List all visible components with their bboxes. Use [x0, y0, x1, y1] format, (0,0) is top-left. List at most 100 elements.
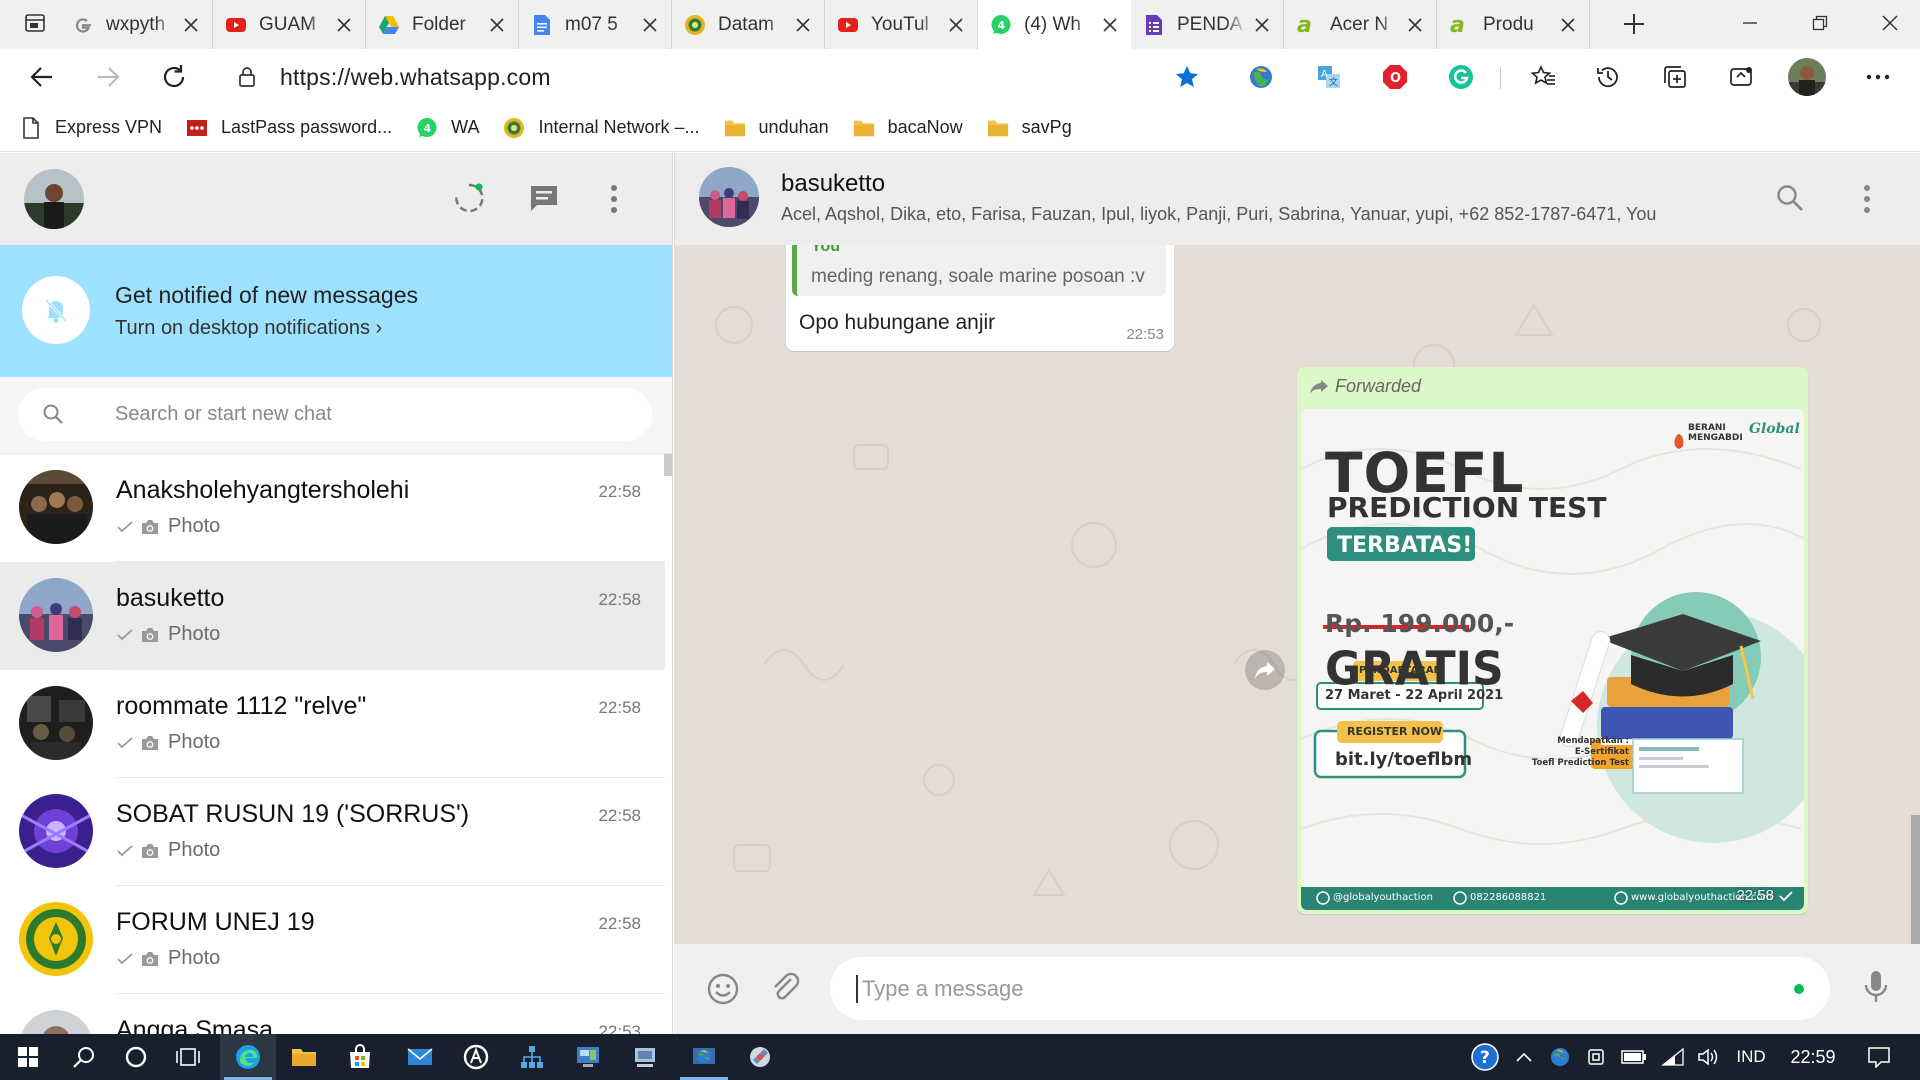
new-chat-icon[interactable]: [527, 181, 561, 215]
language-indicator[interactable]: IND: [1728, 1034, 1774, 1080]
forward-message-icon[interactable]: [1245, 650, 1285, 690]
tab-6[interactable]: YouTul: [825, 0, 978, 49]
tab-2[interactable]: GUAM: [213, 0, 366, 49]
tray-globe-icon[interactable]: [1544, 1034, 1576, 1080]
conversation-header[interactable]: basuketto Acel, Aqshol, Dika, eto, Faris…: [674, 153, 1920, 245]
chat-list-item[interactable]: Anaksholehyangtersholehi 22:58 Photo: [0, 454, 665, 562]
file-explorer-icon[interactable]: [276, 1034, 332, 1080]
task-view-icon[interactable]: [160, 1034, 216, 1080]
control-panel-icon[interactable]: [560, 1034, 616, 1080]
tab-3[interactable]: Folder: [366, 0, 519, 49]
bookmark-2[interactable]: LastPass password...: [186, 117, 392, 139]
bookmark-5[interactable]: unduhan: [724, 117, 829, 139]
grammarly-extension-icon[interactable]: [1443, 59, 1479, 95]
close-window-button[interactable]: [1860, 0, 1920, 45]
search-input[interactable]: Search or start new chat: [18, 388, 652, 441]
store-icon[interactable]: [332, 1034, 388, 1080]
app-icon-circle[interactable]: [448, 1034, 504, 1080]
search-taskbar-icon[interactable]: [56, 1034, 112, 1080]
edge-taskbar-icon[interactable]: [220, 1034, 276, 1080]
tab-7[interactable]: 4 (4) Wh: [978, 0, 1131, 49]
translate-extension-icon[interactable]: A文: [1311, 59, 1347, 95]
chat-list-scrollbar[interactable]: [664, 454, 672, 476]
favorites-icon[interactable]: [1525, 59, 1561, 95]
globe-app-taskbar-icon[interactable]: [676, 1034, 732, 1080]
close-tab-icon[interactable]: [482, 10, 512, 40]
tab-10[interactable]: a Produ: [1437, 0, 1590, 49]
close-tab-icon[interactable]: [788, 10, 818, 40]
close-tab-icon[interactable]: [176, 10, 206, 40]
remote-desktop-icon[interactable]: [617, 1034, 673, 1080]
notification-banner[interactable]: Get notified of new messages Turn on des…: [0, 245, 672, 377]
new-tab-button[interactable]: [1618, 8, 1650, 40]
notifications-icon[interactable]: [1852, 1034, 1906, 1080]
satellite-app-icon[interactable]: [732, 1034, 788, 1080]
tray-overflow-chevron-icon[interactable]: [1510, 1034, 1538, 1080]
profile-avatar[interactable]: [1788, 58, 1826, 96]
tray-device-icon[interactable]: [1580, 1034, 1612, 1080]
wifi-icon[interactable]: [1656, 1034, 1690, 1080]
close-tab-icon[interactable]: [1247, 10, 1277, 40]
volume-icon[interactable]: [1692, 1034, 1724, 1080]
message-input[interactable]: Type a message: [830, 957, 1830, 1020]
tab-8[interactable]: PENDA: [1131, 0, 1284, 49]
chat-list-item[interactable]: SOBAT RUSUN 19 ('SORRUS') 22:58 Photo: [0, 778, 665, 886]
collections-icon[interactable]: [1657, 59, 1693, 95]
quoted-message[interactable]: You meding renang, soale marine posoan :…: [792, 245, 1166, 296]
help-icon[interactable]: ?: [1466, 1034, 1504, 1080]
adblock-extension-icon[interactable]: O: [1377, 59, 1413, 95]
close-tab-icon[interactable]: [941, 10, 971, 40]
my-profile-avatar[interactable]: [24, 169, 84, 229]
tab-4[interactable]: m07 5: [519, 0, 672, 49]
message-scrollbar[interactable]: [1911, 245, 1920, 944]
bookmark-7[interactable]: savPg: [987, 117, 1072, 139]
battery-icon[interactable]: [1616, 1034, 1652, 1080]
conversation-menu-icon[interactable]: [1861, 183, 1873, 215]
cortana-icon[interactable]: [108, 1034, 164, 1080]
network-app-icon[interactable]: [504, 1034, 560, 1080]
close-tab-icon[interactable]: [635, 10, 665, 40]
globe-extension-icon[interactable]: [1243, 59, 1279, 95]
outgoing-image-message[interactable]: Forwarded BERANI MENGABDI Global TOEFL P…: [1297, 367, 1808, 914]
settings-more-icon[interactable]: [1860, 59, 1896, 95]
emoji-icon[interactable]: [706, 972, 740, 1006]
incoming-message[interactable]: You meding renang, soale marine posoan :…: [786, 245, 1174, 351]
attach-icon[interactable]: [769, 971, 803, 1005]
close-tab-icon[interactable]: [1400, 10, 1430, 40]
search-messages-icon[interactable]: [1775, 183, 1805, 213]
toefl-poster-image[interactable]: BERANI MENGABDI Global TOEFL PREDICTION …: [1301, 409, 1804, 910]
group-avatar[interactable]: [699, 167, 759, 227]
history-icon[interactable]: [1590, 59, 1626, 95]
chat-list-item[interactable]: FORUM UNEJ 19 22:58 Photo: [0, 886, 665, 994]
forward-icon[interactable]: [90, 59, 126, 95]
chat-list-item[interactable]: basuketto 22:58 Photo: [0, 562, 665, 670]
mail-icon[interactable]: [392, 1034, 448, 1080]
close-tab-icon[interactable]: [329, 10, 359, 40]
lock-icon[interactable]: [236, 66, 258, 88]
enable-notifications-link[interactable]: Turn on desktop notifications ›: [115, 317, 382, 340]
bookmark-3[interactable]: 4 WA: [416, 117, 479, 139]
start-button-icon[interactable]: [0, 1034, 56, 1080]
chat-list-item[interactable]: Angga Smasa 22:53: [0, 994, 665, 1034]
address-bar[interactable]: https://web.whatsapp.com: [216, 55, 1216, 99]
close-tab-icon[interactable]: [1553, 10, 1583, 40]
tab-5[interactable]: Datam: [672, 0, 825, 49]
taskbar-clock[interactable]: 22:59: [1782, 1034, 1844, 1080]
bookmark-1[interactable]: Express VPN: [20, 116, 162, 139]
tab-9[interactable]: a Acer N: [1284, 0, 1437, 49]
tab-1[interactable]: wxpyth: [60, 0, 213, 49]
refresh-icon[interactable]: [156, 59, 192, 95]
tab-actions-menu-icon[interactable]: [24, 12, 46, 34]
restore-button[interactable]: [1790, 0, 1850, 45]
bookmark-6[interactable]: bacaNow: [853, 117, 963, 139]
favorite-star-icon[interactable]: [1174, 64, 1200, 90]
performance-icon[interactable]: [1723, 59, 1759, 95]
bookmark-4[interactable]: Internal Network –...: [503, 117, 700, 139]
close-tab-icon[interactable]: [1095, 10, 1125, 40]
status-icon[interactable]: [451, 180, 487, 216]
minimize-button[interactable]: [1720, 0, 1780, 45]
back-icon[interactable]: [24, 59, 60, 95]
chat-list-item[interactable]: roommate 1112 "relve" 22:58 Photo: [0, 670, 665, 778]
microphone-icon[interactable]: [1863, 968, 1889, 1006]
menu-icon[interactable]: [608, 183, 620, 215]
